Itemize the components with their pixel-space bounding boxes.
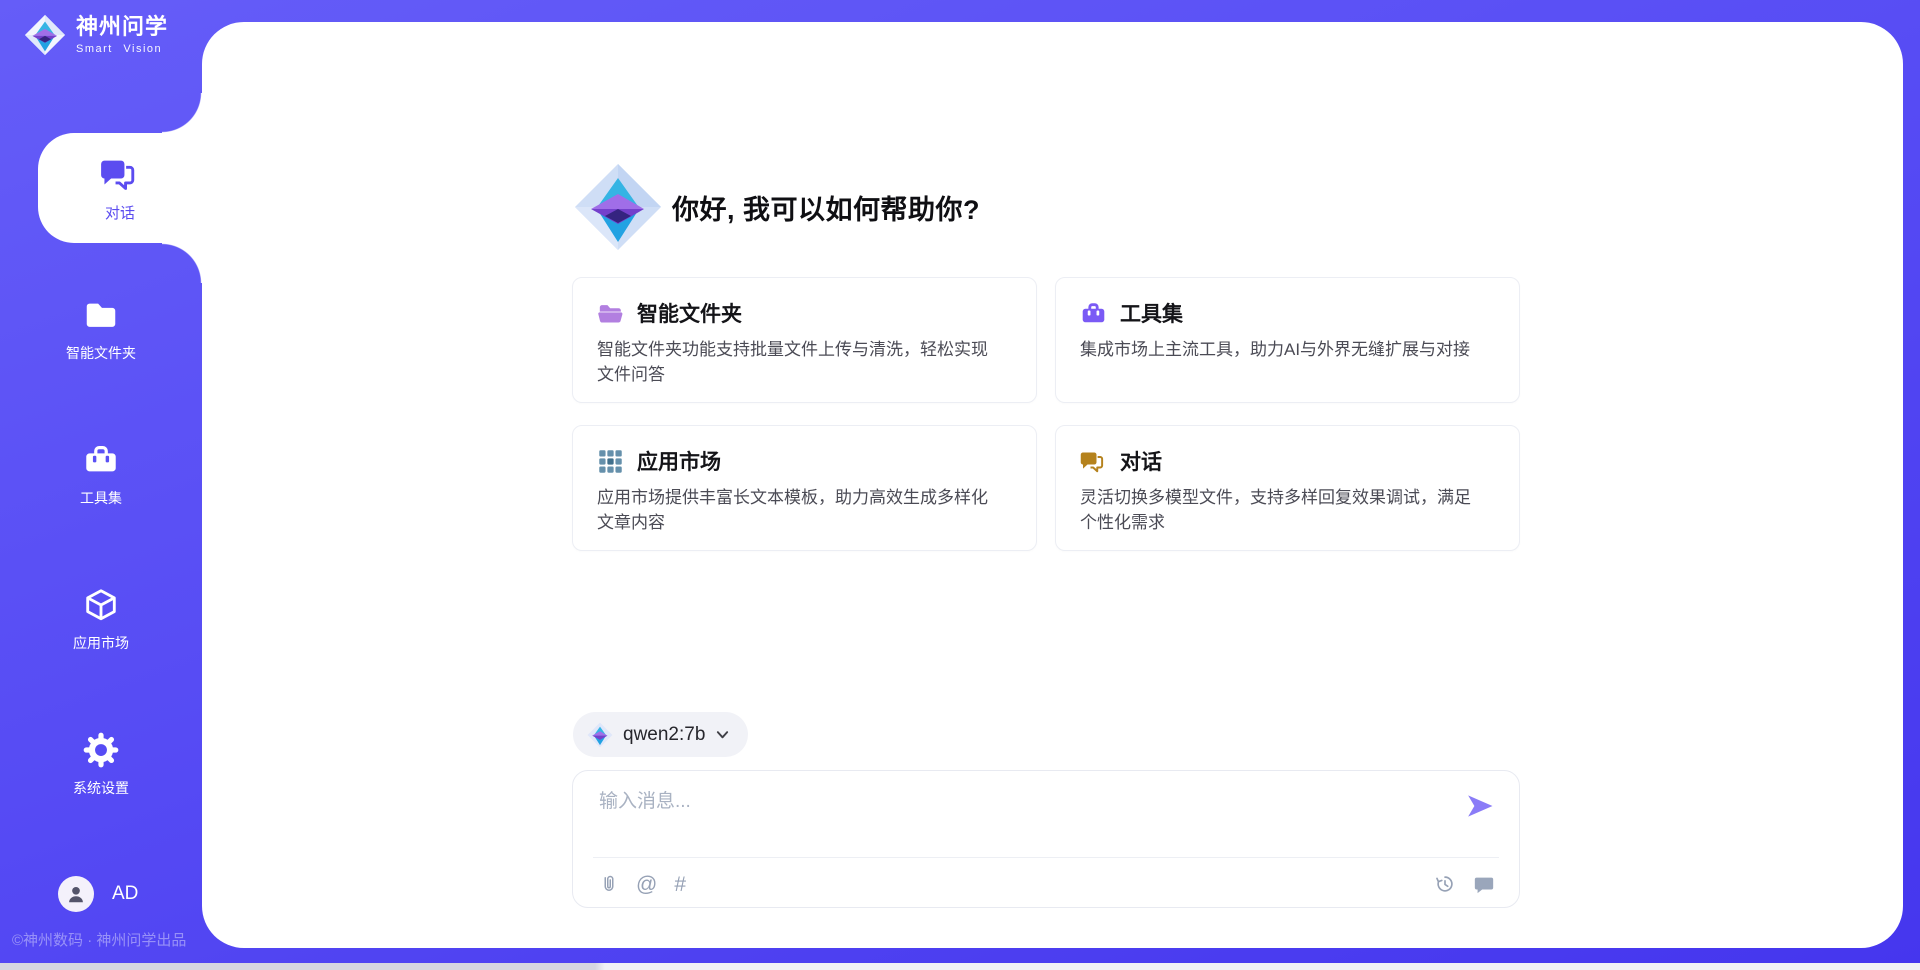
card-title: 对话 xyxy=(1120,446,1162,476)
card-title: 智能文件夹 xyxy=(637,298,742,328)
send-button[interactable] xyxy=(1465,791,1495,821)
grid-icon xyxy=(597,448,624,475)
sidebar-item-toolset[interactable]: 工具集 xyxy=(0,441,202,508)
card-smart-folder[interactable]: 智能文件夹 智能文件夹功能支持批量文件上传与清洗，轻松实现文件问答 xyxy=(572,277,1037,403)
paperclip-icon xyxy=(599,873,619,895)
card-app-market[interactable]: 应用市场 应用市场提供丰富长文本模板，助力高效生成多样化文章内容 xyxy=(572,425,1037,551)
card-description: 应用市场提供丰富长文本模板，助力高效生成多样化文章内容 xyxy=(597,485,1014,535)
card-description: 智能文件夹功能支持批量文件上传与清洗，轻松实现文件问答 xyxy=(597,337,1014,387)
at-icon[interactable]: @ xyxy=(636,874,657,895)
tab-curve-top xyxy=(162,93,202,133)
composer-toolbar: @ # xyxy=(599,867,1495,901)
cube-icon xyxy=(82,586,120,624)
hash-icon[interactable]: # xyxy=(674,874,686,895)
sidebar-item-settings[interactable]: 系统设置 xyxy=(0,731,202,798)
card-toolset[interactable]: 工具集 集成市场上主流工具，助力AI与外界无缝扩展与对接 xyxy=(1055,277,1520,403)
attach-button[interactable] xyxy=(599,873,619,895)
model-logo-icon xyxy=(587,722,613,748)
chat-bubbles-icon xyxy=(1080,448,1107,475)
chevron-down-icon xyxy=(715,727,730,742)
chat-icon xyxy=(100,154,140,194)
sidebar-item-chat[interactable]: 对话 xyxy=(38,133,202,243)
feature-cards: 智能文件夹 智能文件夹功能支持批量文件上传与清洗，轻松实现文件问答 工具集 集成… xyxy=(572,277,1520,551)
sidebar-item-label: 应用市场 xyxy=(73,633,129,653)
toolbox-icon xyxy=(1080,300,1107,327)
card-description: 集成市场上主流工具，助力AI与外界无缝扩展与对接 xyxy=(1080,337,1497,362)
bottom-strip xyxy=(0,963,1920,970)
sidebar-item-smart-folder[interactable]: 智能文件夹 xyxy=(0,296,202,363)
sidebar-item-label: 智能文件夹 xyxy=(66,343,136,363)
sidebar-item-app-market[interactable]: 应用市场 xyxy=(0,586,202,653)
gear-icon xyxy=(82,731,120,769)
user-avatar-icon xyxy=(65,883,87,905)
sidebar-footer: ©神州数码 · 神州问学出品 xyxy=(12,929,222,950)
card-chat[interactable]: 对话 灵活切换多模型文件，支持多样回复效果调试，满足个性化需求 xyxy=(1055,425,1520,551)
toolbox-icon xyxy=(82,441,120,479)
greeting-title: 你好, 我可以如何帮助你? xyxy=(672,188,980,227)
card-title: 应用市场 xyxy=(637,446,721,476)
sidebar-item-label: 工具集 xyxy=(80,488,122,508)
composer-divider xyxy=(593,857,1499,858)
brand-logo-icon xyxy=(24,14,66,56)
comment-icon xyxy=(1473,873,1495,895)
card-title: 工具集 xyxy=(1120,298,1183,328)
brand-subtitle: Smart Vision xyxy=(76,43,168,55)
feedback-button[interactable] xyxy=(1473,873,1495,895)
app-root: { "brand": { "name": "神州问学", "subtitle":… xyxy=(0,0,1920,970)
sidebar-item-label: 系统设置 xyxy=(73,778,129,798)
user-profile[interactable]: AD xyxy=(58,876,138,912)
model-selector[interactable]: qwen2:7b xyxy=(573,712,748,757)
message-composer: @ # xyxy=(572,770,1520,908)
history-icon xyxy=(1434,873,1456,895)
brand-name: 神州问学 xyxy=(76,15,168,39)
avatar xyxy=(58,876,94,912)
sidebar-item-label: 对话 xyxy=(105,202,135,223)
brand: 神州问学 Smart Vision xyxy=(24,14,168,56)
model-name: qwen2:7b xyxy=(623,724,705,746)
folder-open-icon xyxy=(597,300,624,327)
main-panel: 你好, 我可以如何帮助你? 智能文件夹 智能文件夹功能支持批量文件上传与清洗，轻… xyxy=(202,22,1903,948)
send-icon xyxy=(1465,791,1495,821)
history-button[interactable] xyxy=(1434,873,1456,895)
card-description: 灵活切换多模型文件，支持多样回复效果调试，满足个性化需求 xyxy=(1080,485,1497,535)
tab-curve-bottom xyxy=(162,243,202,283)
user-initials: AD xyxy=(112,883,138,905)
message-input[interactable] xyxy=(599,786,1439,846)
folder-icon xyxy=(82,296,120,334)
greeting-logo-icon xyxy=(573,162,663,252)
